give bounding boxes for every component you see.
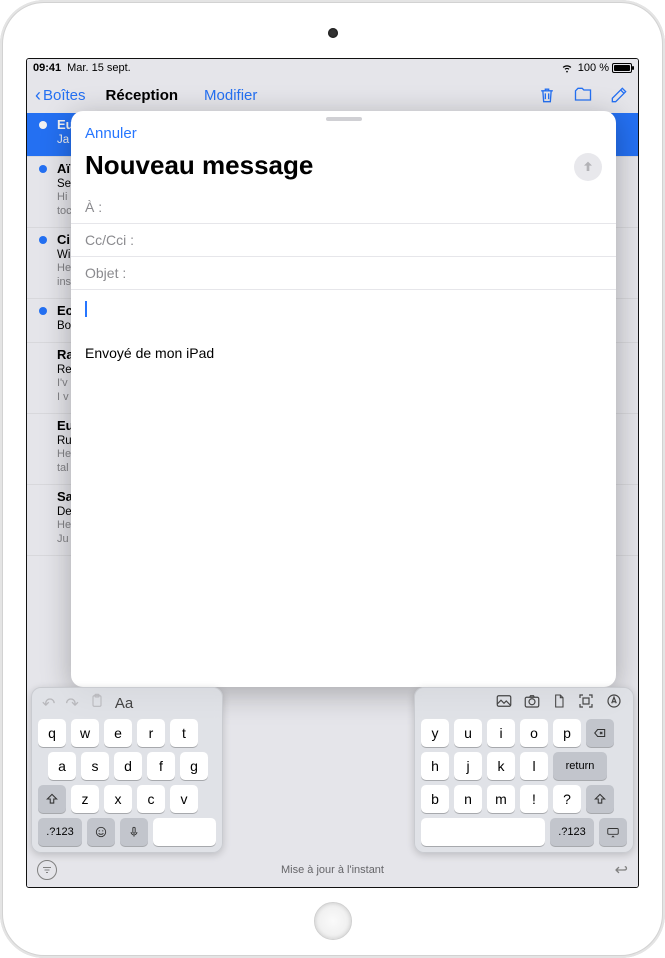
mail-bottom-bar: Mise à jour à l'instant ↩ — [27, 853, 638, 887]
key-w[interactable]: w — [71, 719, 99, 747]
unread-dot-icon — [39, 307, 47, 315]
key-u[interactable]: u — [454, 719, 482, 747]
key-p[interactable]: p — [553, 719, 581, 747]
cc-field-row[interactable]: Cc/Cci : — [71, 224, 616, 257]
key-![interactable]: ! — [520, 785, 548, 813]
return-key[interactable]: return — [553, 752, 607, 780]
key-a[interactable]: a — [48, 752, 76, 780]
key-y[interactable]: y — [421, 719, 449, 747]
shift-key[interactable] — [586, 785, 614, 813]
cc-input[interactable] — [137, 232, 602, 248]
key-n[interactable]: n — [454, 785, 482, 813]
key-e[interactable]: e — [104, 719, 132, 747]
to-label: À : — [85, 199, 137, 215]
keyboard-left: ↶ ↷ Aa qwert asdfg zxcv .?123 — [31, 687, 223, 853]
photos-icon[interactable] — [495, 692, 513, 715]
unread-dot-icon — [39, 236, 47, 244]
key-g[interactable]: g — [180, 752, 208, 780]
redo-icon[interactable]: ↷ — [65, 694, 78, 714]
cc-label: Cc/Cci : — [85, 232, 137, 248]
to-field-row[interactable]: À : — [71, 191, 616, 224]
key-k[interactable]: k — [487, 752, 515, 780]
compose-sheet: Annuler Nouveau message À : Cc/Cci : O — [71, 111, 616, 687]
key-b[interactable]: b — [421, 785, 449, 813]
format-icon[interactable]: Aa — [115, 695, 133, 712]
mail-toolbar: ‹ Boîtes Réception Modifier — [27, 77, 638, 113]
inbox-title: Réception — [106, 87, 179, 104]
key-q[interactable]: q — [38, 719, 66, 747]
filter-icon[interactable] — [37, 860, 57, 880]
key-f[interactable]: f — [147, 752, 175, 780]
back-button[interactable]: ‹ Boîtes — [35, 85, 86, 106]
subject-input[interactable] — [137, 265, 602, 281]
key-d[interactable]: d — [114, 752, 142, 780]
key-t[interactable]: t — [170, 719, 198, 747]
subject-label: Objet : — [85, 265, 137, 281]
backspace-key[interactable] — [586, 719, 614, 747]
battery-indicator: 100 % — [578, 62, 632, 74]
trash-icon[interactable] — [536, 84, 558, 106]
updated-label: Mise à jour à l'instant — [57, 864, 608, 876]
undo-icon[interactable]: ↶ — [42, 694, 55, 714]
unread-dot-icon — [39, 165, 47, 173]
markup-icon[interactable] — [605, 692, 623, 715]
kb-left-toolbar: ↶ ↷ Aa — [36, 692, 218, 715]
key-z[interactable]: z — [71, 785, 99, 813]
signature-text: Envoyé de mon iPad — [85, 345, 602, 361]
chevron-left-icon: ‹ — [35, 85, 41, 106]
key-v[interactable]: v — [170, 785, 198, 813]
numsym-key[interactable]: .?123 — [38, 818, 82, 846]
key-s[interactable]: s — [81, 752, 109, 780]
camera-icon[interactable] — [523, 692, 541, 715]
key-l[interactable]: l — [520, 752, 548, 780]
key-i[interactable]: i — [487, 719, 515, 747]
wifi-icon — [560, 60, 574, 77]
compose-icon[interactable] — [608, 84, 630, 106]
status-bar: 09:41 Mar. 15 sept. 100 % — [27, 59, 638, 77]
emoji-key[interactable] — [87, 818, 115, 846]
keyboard-right: yuiop hjklreturn bnm!? .?123 — [414, 687, 634, 853]
to-input[interactable] — [137, 199, 602, 215]
reply-icon[interactable]: ↩ — [608, 860, 628, 880]
send-button[interactable] — [574, 153, 602, 181]
dictation-key[interactable] — [120, 818, 148, 846]
compose-body[interactable]: Envoyé de mon iPad — [71, 290, 616, 687]
key-m[interactable]: m — [487, 785, 515, 813]
key-c[interactable]: c — [137, 785, 165, 813]
battery-pct: 100 % — [578, 62, 609, 74]
keyboard-switch-key[interactable] — [599, 818, 627, 846]
status-time: 09:41 — [33, 62, 61, 74]
document-icon[interactable] — [551, 692, 567, 715]
key-x[interactable]: x — [104, 785, 132, 813]
back-label: Boîtes — [43, 87, 86, 104]
space-key[interactable] — [421, 818, 545, 846]
edit-button[interactable]: Modifier — [204, 87, 257, 104]
kb-right-toolbar — [419, 692, 629, 715]
home-button[interactable] — [314, 902, 352, 940]
space-key[interactable] — [153, 818, 216, 846]
numsym-key[interactable]: .?123 — [550, 818, 594, 846]
clipboard-icon[interactable] — [89, 693, 105, 714]
text-caret — [85, 301, 87, 317]
folder-icon[interactable] — [572, 84, 594, 106]
subject-field-row[interactable]: Objet : — [71, 257, 616, 290]
key-h[interactable]: h — [421, 752, 449, 780]
key-o[interactable]: o — [520, 719, 548, 747]
cancel-button[interactable]: Annuler — [85, 125, 137, 142]
key-r[interactable]: r — [137, 719, 165, 747]
scan-icon[interactable] — [577, 692, 595, 715]
shift-key[interactable] — [38, 785, 66, 813]
unread-dot-icon — [39, 121, 47, 129]
compose-title: Nouveau message — [71, 142, 327, 191]
key-j[interactable]: j — [454, 752, 482, 780]
front-camera — [328, 28, 338, 38]
status-date: Mar. 15 sept. — [61, 62, 560, 74]
key-?[interactable]: ? — [553, 785, 581, 813]
